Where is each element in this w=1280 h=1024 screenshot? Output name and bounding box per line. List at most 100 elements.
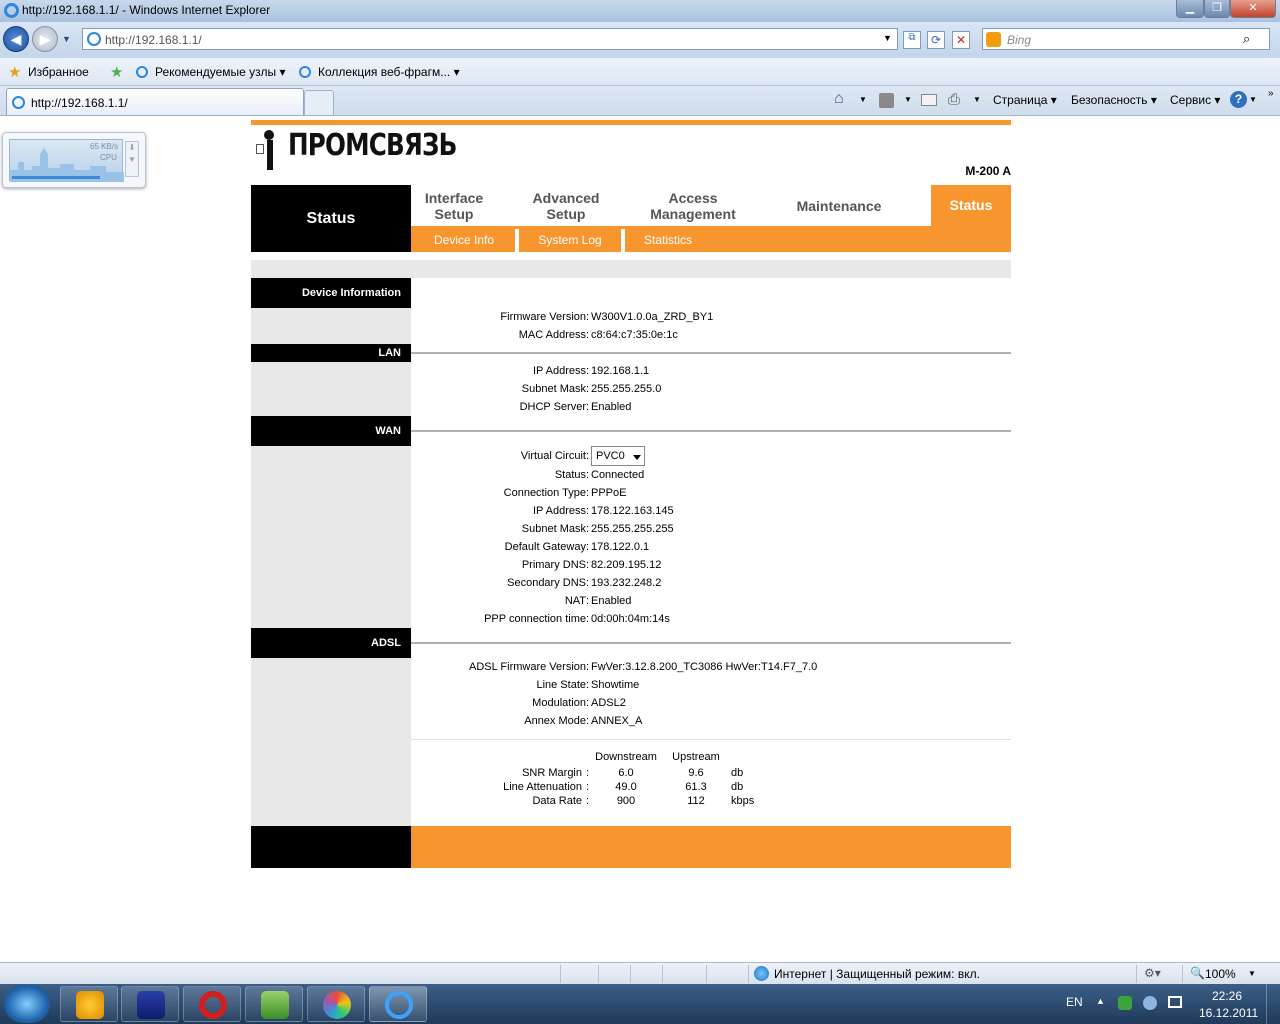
subnav-system-log[interactable]: System Log (523, 226, 617, 252)
model-name: M-200 A (965, 164, 1011, 178)
virtual-circuit-select[interactable]: PVC0 (591, 446, 645, 466)
zoom-level[interactable]: 100% (1205, 967, 1236, 981)
attenuation-label: Line Attenuation (503, 781, 582, 793)
close-button[interactable]: ✕ (1230, 0, 1276, 18)
show-desktop-button[interactable] (1266, 984, 1280, 1024)
tab-current[interactable]: http://192.168.1.1/ (6, 88, 304, 115)
aimp-icon (76, 991, 104, 1019)
maximize-button[interactable]: ❐ (1204, 0, 1230, 18)
home-icon[interactable]: ⌂ (834, 90, 844, 108)
data-rate-down: 900 (616, 795, 636, 807)
feeds-icon[interactable] (879, 93, 894, 108)
print-dropdown-icon[interactable]: ▼ (973, 95, 981, 104)
clock-time[interactable]: 22:26 (1212, 989, 1242, 1003)
tab-bar: http://192.168.1.1/ ⌂ ▼ ▼ ⎙ ▼ Страница ▾… (0, 86, 1280, 116)
suggested-sites-link[interactable]: Рекомендуемые узлы ▾ (155, 65, 286, 79)
nav-advanced-setup[interactable]: Advanced Setup (519, 185, 613, 226)
forward-button[interactable]: ▶ (32, 26, 58, 52)
protected-mode-icon[interactable]: ⚙▾ (1144, 966, 1161, 980)
address-dropdown-icon[interactable]: ▼ (883, 33, 892, 43)
status-separator (662, 965, 663, 983)
help-dropdown-icon[interactable]: ▼ (1249, 95, 1257, 104)
nav-access-management[interactable]: Access Management (637, 185, 749, 226)
brand-logo: ПРОМСВЯЗЬ (288, 128, 457, 163)
opera-icon (199, 991, 227, 1019)
refresh-icon[interactable]: ⟳ (927, 31, 945, 49)
minimize-button[interactable]: ▁ (1176, 0, 1204, 18)
chevron-more-icon[interactable]: » (1268, 88, 1274, 99)
ie-page-icon (299, 66, 311, 78)
add-favorite-icon[interactable]: ★ (110, 63, 123, 81)
nav-label: Interface (424, 189, 484, 206)
taskbar-aimp-button[interactable] (60, 986, 118, 1022)
status-separator (630, 965, 631, 983)
language-indicator[interactable]: EN (1066, 995, 1083, 1009)
nav-interface-setup[interactable]: Interface Setup (411, 185, 497, 226)
help-icon[interactable]: ? (1230, 91, 1247, 108)
status-separator (706, 965, 707, 983)
ie-page-icon (136, 66, 148, 78)
modulation-label: Modulation (532, 697, 586, 709)
taskbar-app-button[interactable] (121, 986, 179, 1022)
search-icon[interactable]: ⌕ (1243, 31, 1250, 47)
tray-expand-icon[interactable]: ▲ (1096, 996, 1105, 1006)
new-tab-button[interactable] (304, 90, 334, 115)
home-dropdown-icon[interactable]: ▼ (859, 95, 867, 104)
status-separator (598, 965, 599, 983)
dhcp-value: Enabled (591, 401, 632, 413)
favorites-button[interactable]: Избранное (28, 65, 89, 79)
print-icon[interactable]: ⎙ (948, 91, 960, 108)
page-menu[interactable]: Страница ▾ (993, 93, 1057, 107)
snr-label: SNR Margin (522, 767, 582, 779)
search-box[interactable]: Bing ⌕ (982, 28, 1270, 50)
safety-menu[interactable]: Безопасность ▾ (1071, 93, 1157, 107)
nav-label: Management (650, 205, 736, 222)
tray-network-icon[interactable] (1143, 996, 1157, 1010)
data-rate-unit: kbps (731, 795, 755, 807)
data-rate-up: 112 (687, 795, 705, 807)
nav-label: Access (668, 189, 718, 206)
taskbar-opera-button[interactable] (183, 986, 241, 1022)
address-bar[interactable]: http://192.168.1.1/ ▼ (82, 28, 898, 50)
tools-menu[interactable]: Сервис ▾ (1170, 93, 1220, 107)
attenuation-unit: db (731, 781, 744, 793)
section-wan: WAN (251, 416, 411, 446)
web-slice-gallery-link[interactable]: Коллекция веб-фрагм... ▾ (318, 65, 460, 79)
nat-value: Enabled (591, 595, 632, 607)
nav-label: Setup (434, 205, 474, 222)
footer-left (251, 826, 411, 868)
taskbar-downloader-button[interactable] (245, 986, 303, 1022)
adsl-fw-value: FwVer:3.12.8.200_TC3086 HwVer:T14.F7_7.0 (591, 661, 818, 673)
firmware-value: W300V1.0.0a_ZRD_BY1 (591, 311, 714, 323)
subnav-statistics[interactable]: Statistics (625, 226, 711, 252)
start-button[interactable] (4, 985, 50, 1023)
compat-view-icon[interactable]: ⧉ (903, 31, 921, 49)
divider-light (411, 739, 1011, 740)
mail-icon[interactable] (921, 94, 937, 106)
zoom-dropdown-icon[interactable]: ▼ (1248, 969, 1256, 978)
taskbar-app-button[interactable] (307, 986, 365, 1022)
tray-display-icon[interactable] (1168, 996, 1182, 1008)
window-title-bar[interactable]: http://192.168.1.1/ - Windows Internet E… (0, 0, 1280, 22)
back-button[interactable]: ◀ (3, 26, 29, 52)
mac-label: MAC Address (518, 329, 586, 341)
nav-label: Maintenance (796, 197, 882, 214)
status-separator (1182, 965, 1183, 983)
cpu-meter-gadget[interactable]: 65 KB/s CPU ⬇ ▼ (2, 132, 146, 188)
gadget-scroll-icon[interactable]: ⬇ ▼ (125, 141, 139, 177)
subnav-device-info[interactable]: Device Info (417, 226, 511, 252)
meter-label: CPU (100, 153, 117, 162)
tray-app-icon[interactable] (1118, 996, 1132, 1010)
clock-date[interactable]: 16.12.2011 (1199, 1006, 1258, 1020)
history-dropdown-icon[interactable]: ▼ (62, 34, 71, 44)
feeds-dropdown-icon[interactable]: ▼ (904, 95, 912, 104)
wan-ip-value: 178.122.163.145 (591, 505, 674, 517)
taskbar-ie-button[interactable] (369, 986, 427, 1022)
nav-maintenance[interactable]: Maintenance (779, 185, 899, 226)
divider (411, 352, 1011, 354)
security-zone-text[interactable]: Интернет | Защищенный режим: вкл. (774, 967, 980, 981)
section-adsl: ADSL (251, 628, 411, 658)
download-icon (261, 991, 289, 1019)
stop-icon[interactable]: ✕ (952, 31, 970, 49)
nav-status[interactable]: Status (931, 185, 1011, 226)
